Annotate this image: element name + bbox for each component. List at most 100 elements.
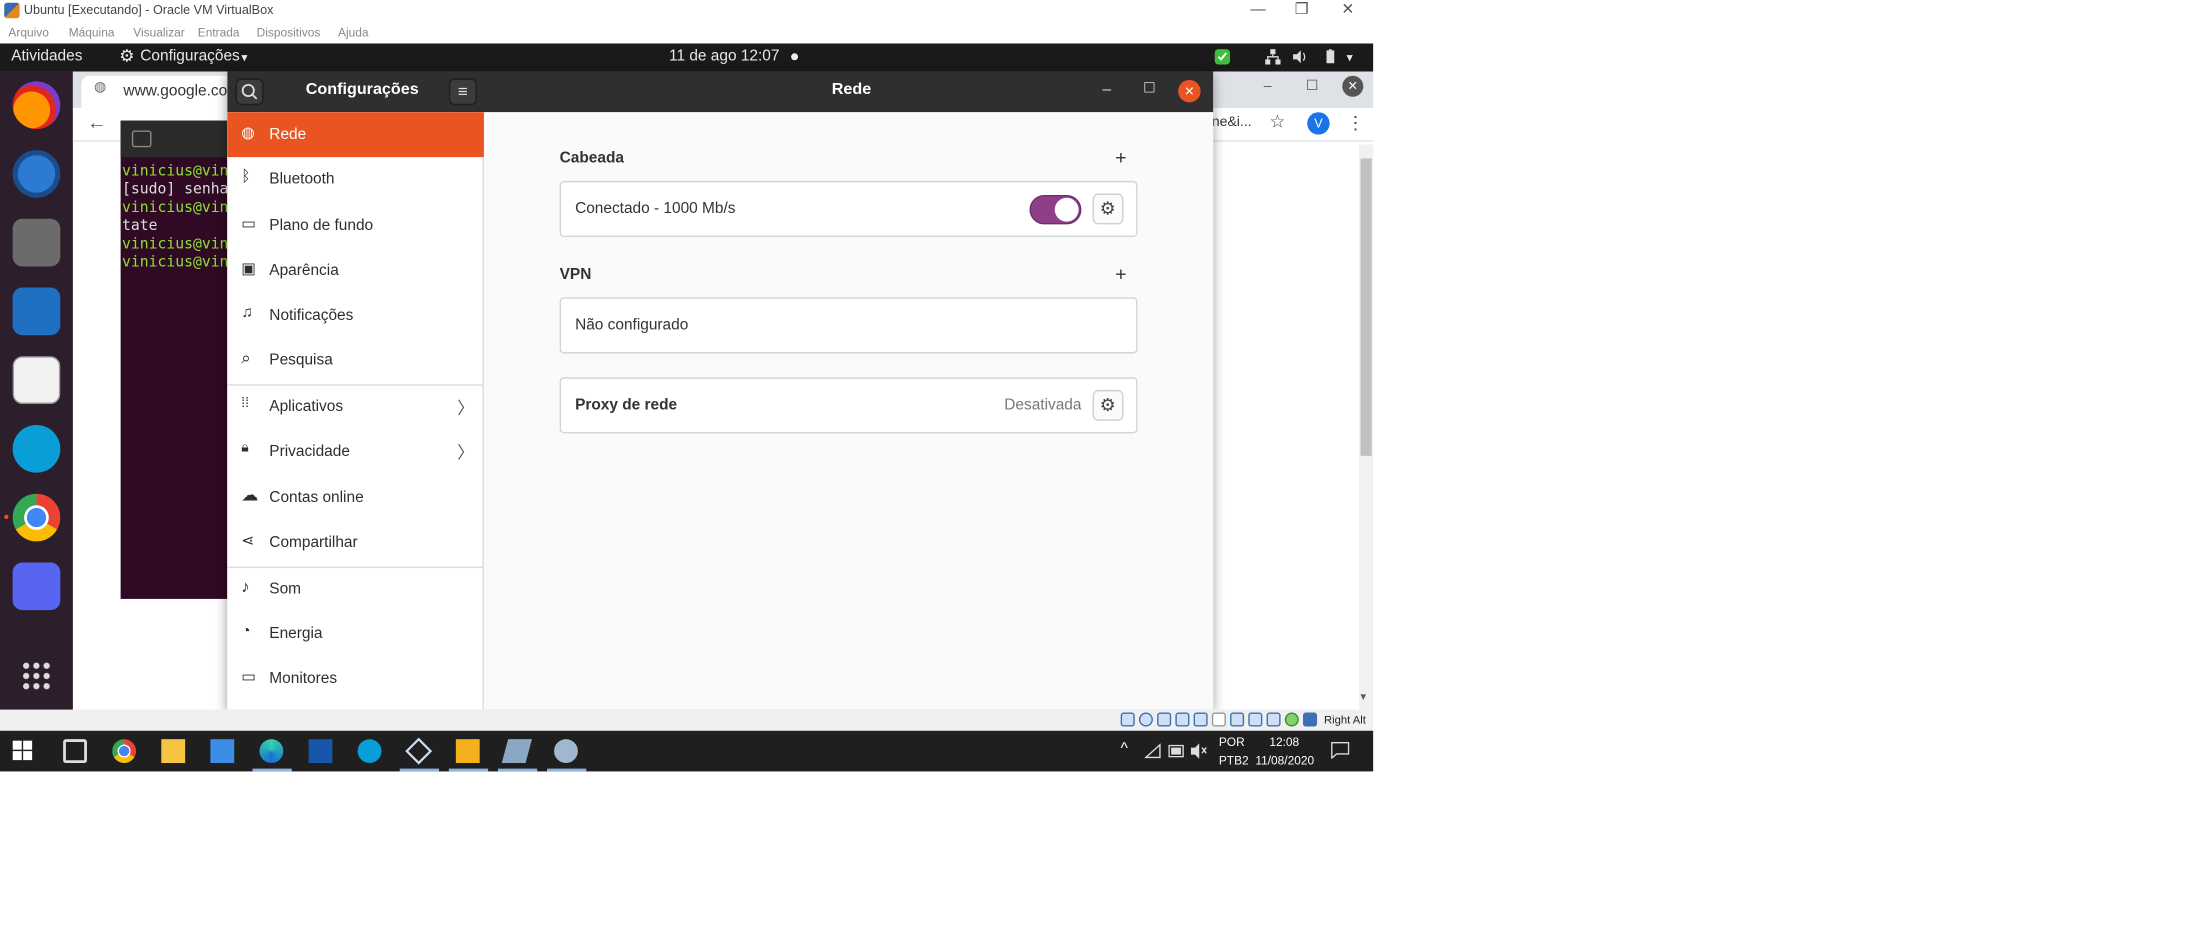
sidebar-item-notifications[interactable]: ♫ Notificações [227,293,484,338]
sidebar-item-bluetooth[interactable]: ᛒ Bluetooth [227,157,484,202]
language-indicator[interactable]: POR [1219,735,1245,749]
proxy-settings-button[interactable]: ⚙ [1092,389,1124,421]
menu-dispositivos[interactable]: Dispositivos [257,25,321,39]
sidebar-item-search[interactable]: ⌕ Pesquisa [227,338,484,383]
wired-toggle[interactable] [1029,194,1082,225]
battery-icon[interactable] [1323,49,1338,64]
sidebar-item-background[interactable]: ▭ Plano de fundo [227,203,484,248]
primary-menu-button[interactable]: ≡ [448,78,477,106]
usb-icon[interactable] [1193,712,1208,727]
network-icon[interactable] [1175,712,1190,727]
tray-chevron-icon[interactable]: ^ [1121,741,1128,758]
windows-start-icon[interactable] [12,740,33,761]
search-icon: ⌕ [241,347,251,368]
avatar[interactable]: V [1307,112,1330,135]
sidebar-item-sound[interactable]: ♪ Som [227,567,484,612]
show-applications-icon[interactable] [21,660,52,692]
restore-button[interactable]: ❐ [1281,0,1323,20]
sidebar-item-displays[interactable]: ▭ Monitores [227,656,484,701]
cpu-icon[interactable] [1266,712,1281,727]
display-icon[interactable] [1230,712,1245,727]
back-icon[interactable]: ← [87,111,107,133]
skype-icon[interactable] [357,739,382,764]
browser-maximize[interactable]: ☐ [1306,79,1319,94]
close-button[interactable]: ✕ [1327,0,1369,20]
optical-drive-icon[interactable] [1138,712,1153,727]
sidebar-item-sharing[interactable]: ⋖ Compartilhar [227,520,484,565]
minimize-button[interactable]: – [1102,81,1111,98]
scrollbar-thumb[interactable] [1360,158,1372,456]
sidebar-item-appearance[interactable]: ▣ Aparência [227,248,484,293]
taskbar-date[interactable]: 11/08/2020 [1255,753,1314,767]
scroll-down-arrow[interactable]: ▾ [1361,690,1367,703]
settings-headerbar: Configurações ≡ Rede – ☐ ✕ [227,71,1214,113]
add-wired-button[interactable]: + [1115,146,1126,168]
files-icon[interactable] [12,218,61,267]
close-button[interactable]: ✕ [1178,79,1201,103]
snipping-tool-icon[interactable] [554,739,578,764]
recording-icon[interactable] [1248,712,1263,727]
writer-icon[interactable] [12,287,61,336]
text-editor-icon[interactable] [12,356,61,404]
menu-visualizar[interactable]: Visualizar [133,25,184,39]
sublime-icon[interactable] [455,739,480,764]
chrome-icon[interactable] [12,493,61,542]
battery-icon[interactable] [1168,744,1185,758]
menu-entrada[interactable]: Entrada [198,25,240,39]
terminal-window[interactable]: vinicius@vin [sudo] senha vinicius@vin t… [120,120,231,599]
shield-icon[interactable] [1214,49,1231,65]
system-menu-arrow[interactable]: ▾ [1346,50,1352,65]
keyboard-layout[interactable]: PTB2 [1219,753,1249,767]
wired-settings-button[interactable]: ⚙ [1092,193,1124,225]
notepad-icon[interactable] [501,739,532,764]
browser-close[interactable]: ✕ [1342,75,1364,97]
volume-muted-icon[interactable] [1190,743,1208,759]
sidebar-item-label: Energia [269,625,323,643]
search-button[interactable] [235,78,264,106]
skype-icon[interactable] [12,424,61,473]
sidebar-item-online-accounts[interactable]: ☁ Contas online [227,475,484,520]
browser-menu-icon[interactable]: ⋮ [1346,112,1364,134]
sidebar-item-rede[interactable]: ◍ Rede [227,112,484,158]
sidebar-item-applications[interactable]: ⁞⁞ Aplicativos 〉 [227,384,484,429]
menu-arquivo[interactable]: Arquivo [8,25,48,39]
store-icon[interactable] [63,739,87,764]
add-vpn-button[interactable]: + [1115,262,1126,284]
sidebar-item-privacy[interactable]: 🔒︎ Privacidade 〉 [227,429,484,474]
proxy-row[interactable]: Proxy de rede Desativada ⚙ [559,377,1138,434]
taskbar-time[interactable]: 12:08 [1269,735,1299,749]
activities-button[interactable]: Atividades [11,48,82,65]
action-center-icon[interactable] [1331,741,1350,759]
virtualbox-icon[interactable] [405,737,433,765]
audio-icon[interactable] [1157,712,1172,727]
thunderbird-icon[interactable] [12,150,61,198]
mail-icon[interactable] [210,739,235,764]
guest-additions-icon[interactable] [1284,712,1299,727]
minimize-button[interactable]: — [1237,0,1279,20]
volume-icon[interactable] [1292,49,1307,64]
browser-scrollbar[interactable] [1359,144,1374,710]
menu-maquina[interactable]: Máquina [69,25,115,39]
browser-minimize[interactable]: – [1264,79,1272,94]
terminal-line: tate [122,217,158,235]
new-tab-icon[interactable] [131,130,152,148]
settings-sidebar: ◍ Rede ᛒ Bluetooth ▭ Plano de fundo ▣ Ap… [227,112,484,710]
chrome-icon[interactable] [112,739,137,764]
sidebar-item-power[interactable]: ◔ Energia [227,612,484,657]
file-explorer-icon[interactable] [161,739,186,764]
mouse-integration-icon[interactable] [1303,712,1318,727]
devcpp-icon[interactable] [308,739,333,764]
firefox-icon[interactable] [12,81,61,130]
discord-icon[interactable] [12,562,61,611]
network-wired-icon[interactable] [1265,49,1281,65]
star-icon[interactable]: ☆ [1269,111,1285,133]
app-menu[interactable]: Configurações [140,48,239,65]
edge-icon[interactable] [259,739,284,764]
active-indicator [448,768,489,772]
menu-ajuda[interactable]: Ajuda [338,25,369,39]
shared-folder-icon[interactable] [1211,712,1226,727]
wifi-icon[interactable] [1144,743,1162,759]
maximize-button[interactable]: ☐ [1143,81,1156,96]
clock[interactable]: 11 de ago 12:07 [669,48,779,65]
hdd-icon[interactable] [1120,712,1135,727]
